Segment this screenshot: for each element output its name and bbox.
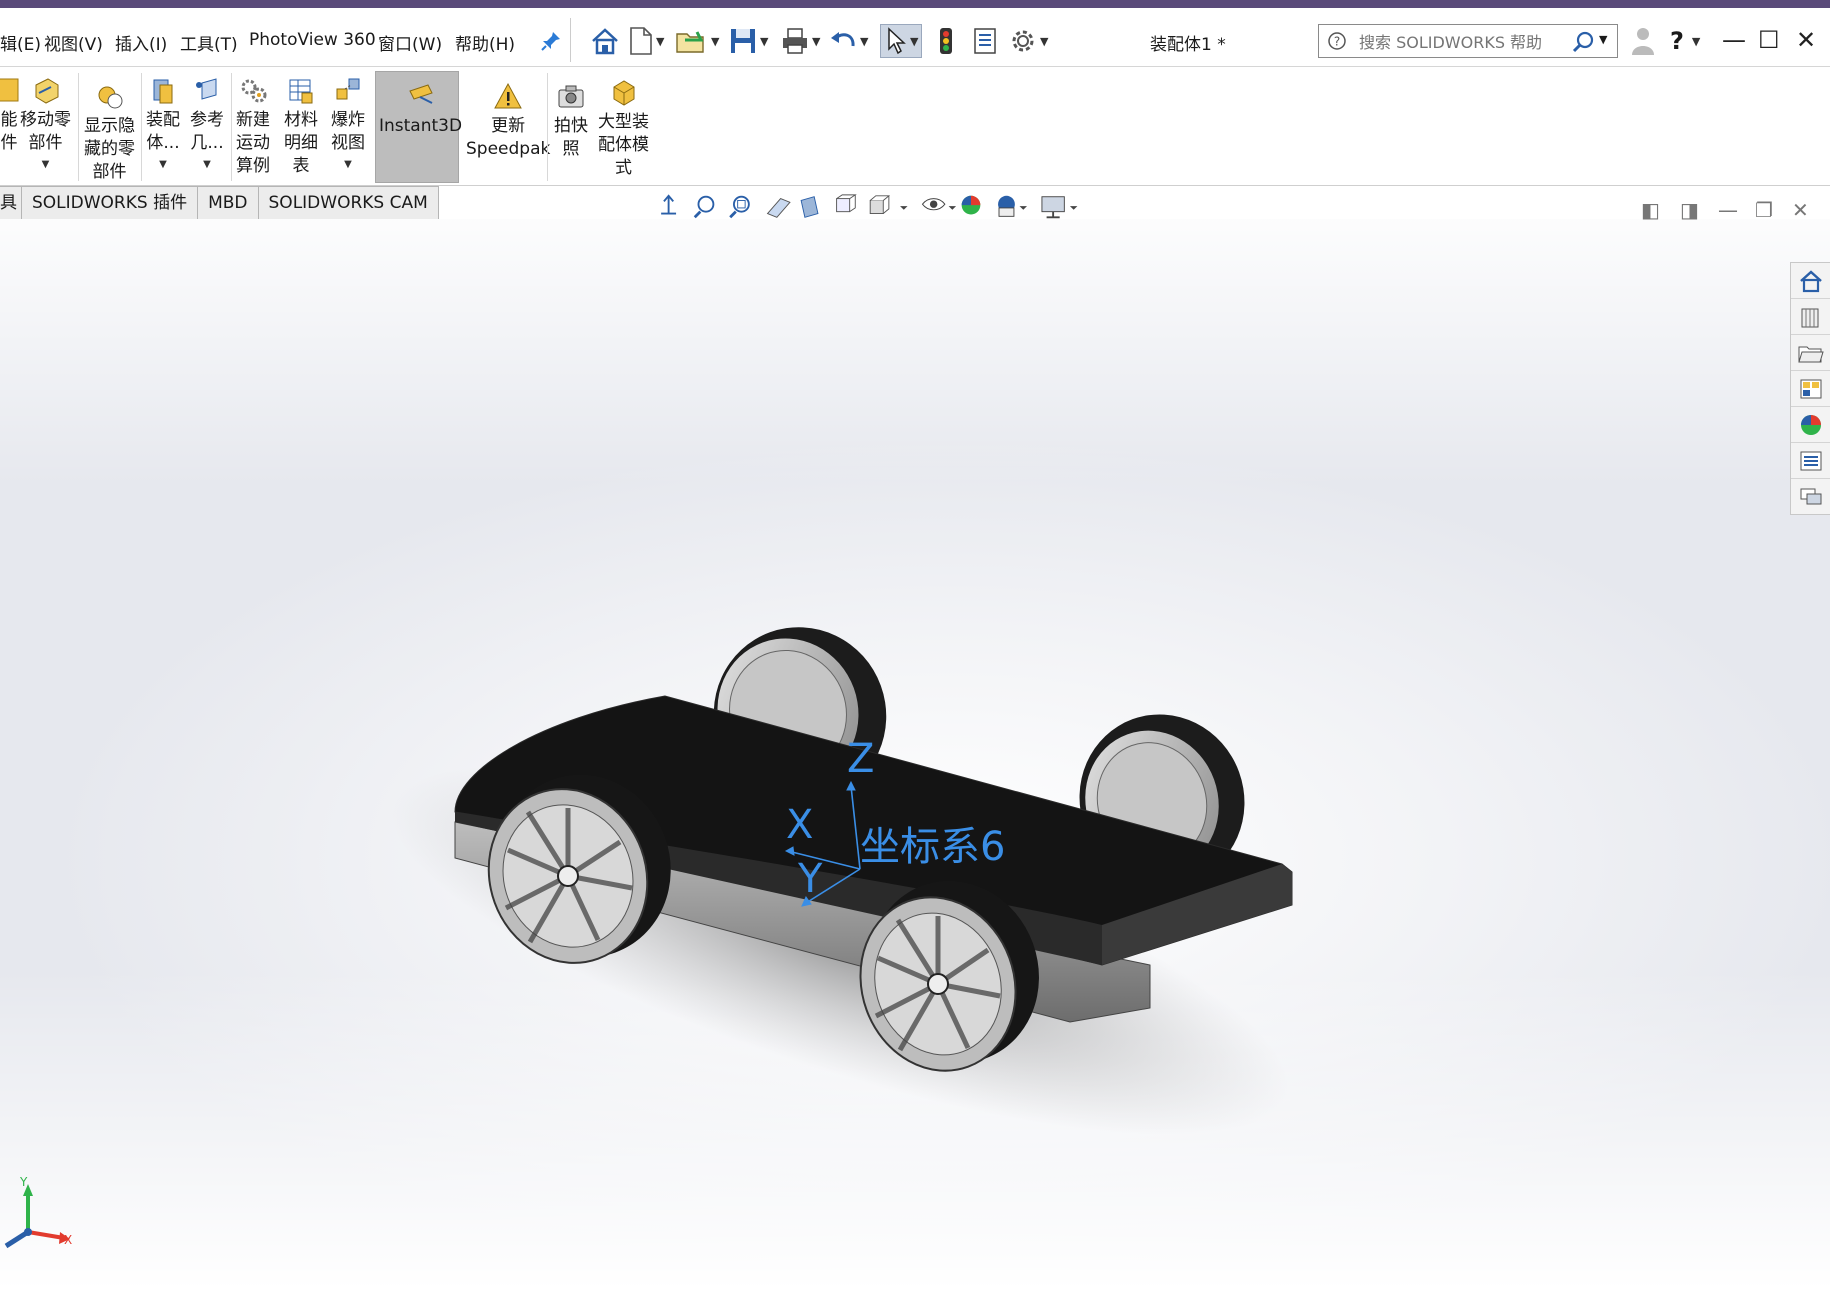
select-pointer-icon[interactable]: ▼ xyxy=(880,24,923,58)
window-title-strip xyxy=(0,0,1830,8)
menu-help[interactable]: 帮助(H) xyxy=(455,30,515,55)
section-view-icon[interactable] xyxy=(766,198,791,218)
update-speedpak-button[interactable]: 更新 Speedpak xyxy=(466,81,550,161)
exploded-view-dropdown-icon[interactable]: ▼ xyxy=(344,153,352,176)
menu-edit[interactable]: 辑(E) xyxy=(0,30,41,55)
help-circle-icon: ? xyxy=(1327,31,1347,55)
move-component-label: 移动零 部件 xyxy=(20,110,71,153)
apply-scene-icon[interactable] xyxy=(998,195,1027,217)
pin-icon[interactable] xyxy=(540,24,562,58)
search-dropdown-icon[interactable]: ▼ xyxy=(1599,33,1607,46)
dynamic-annotation-view-icon[interactable] xyxy=(800,196,819,218)
move-component-button[interactable]: 移动零 部件 ▼ xyxy=(20,75,71,176)
command-manager-tabs: 具 SOLIDWORKS 插件 MBD SOLIDWORKS CAM xyxy=(0,186,439,220)
update-speedpak-label: 更新 Speedpak xyxy=(466,116,551,159)
tab-solidworks-cam[interactable]: SOLIDWORKS CAM xyxy=(258,186,439,220)
heads-up-view-toolbar xyxy=(661,194,1078,219)
move-component-dropdown-icon[interactable]: ▼ xyxy=(42,153,50,176)
zoom-to-fit-icon[interactable] xyxy=(693,195,715,219)
motion-study-icon xyxy=(241,79,267,103)
coord-system-label: 坐标系6 xyxy=(860,824,1005,870)
new-motion-study-button[interactable]: 新建 运动 算例 xyxy=(236,75,270,178)
tab-solidworks-addins[interactable]: SOLIDWORKS 插件 xyxy=(22,186,199,220)
show-hidden-icon xyxy=(98,86,122,109)
bom-table-icon xyxy=(289,79,313,104)
rebuild-traffic-light-icon[interactable] xyxy=(937,24,955,58)
assembly-features-button[interactable]: 装配 体... ▼ xyxy=(146,75,180,176)
menu-window[interactable]: 窗口(W) xyxy=(378,30,442,55)
large-assembly-label: 大型装 配体模 式 xyxy=(598,112,649,178)
minimize-icon[interactable]: — xyxy=(1722,26,1746,54)
show-hidden-label: 显示隐 藏的零 部件 xyxy=(84,116,135,182)
assembly-features-dropdown-icon[interactable]: ▼ xyxy=(159,153,167,176)
help-question-icon[interactable]: ? ▼ xyxy=(1670,24,1700,58)
reference-geometry-icon xyxy=(196,78,217,100)
help-search: ? ▼ xyxy=(1318,24,1618,58)
options-gear-icon[interactable]: ▼ xyxy=(1008,24,1048,58)
large-assembly-icon xyxy=(613,80,634,106)
command-manager-ribbon: 能 件 移动零 部件 ▼ 显示隐 藏的零 部件 装配 体... ▼ 参考 几..… xyxy=(0,67,1830,186)
print-icon[interactable]: ▼ xyxy=(780,24,820,58)
maximize-icon[interactable]: ☐ xyxy=(1758,26,1780,54)
tab-tools[interactable]: 具 xyxy=(0,186,22,220)
menu-bar: 辑(E) 视图(V) 插入(I) 工具(T) PhotoView 360 窗口(… xyxy=(0,8,1830,67)
triad-x-label: X xyxy=(64,1233,72,1247)
menu-view[interactable]: 视图(V) xyxy=(44,30,103,55)
assembly-features-icon xyxy=(153,79,173,104)
take-snapshot-button[interactable]: 拍快 照 xyxy=(554,81,588,161)
reference-geometry-label: 参考 几... xyxy=(190,110,224,153)
open-icon[interactable]: ▼ xyxy=(675,24,719,58)
show-hidden-components-button[interactable]: 显示隐 藏的零 部件 xyxy=(84,81,135,184)
menu-tools[interactable]: 工具(T) xyxy=(180,30,238,55)
hide-show-items-icon[interactable] xyxy=(921,198,957,211)
view-orientation-icon[interactable] xyxy=(836,194,857,213)
exploded-view-label: 爆炸 视图 xyxy=(331,110,365,153)
file-properties-icon[interactable] xyxy=(972,24,998,58)
menu-insert[interactable]: 插入(I) xyxy=(115,30,167,55)
smart-fasteners-label: 能 件 xyxy=(0,110,18,153)
large-assembly-mode-button[interactable]: 大型装 配体模 式 xyxy=(598,77,649,180)
bom-label: 材料 明细 表 xyxy=(284,110,318,176)
zoom-to-area-icon[interactable] xyxy=(729,195,750,219)
save-icon[interactable]: ▼ xyxy=(728,24,768,58)
bill-of-materials-button[interactable]: 材料 明细 表 xyxy=(284,75,318,178)
menu-photoview[interactable]: PhotoView 360 xyxy=(249,30,376,50)
display-style-icon[interactable] xyxy=(869,195,908,214)
close-icon[interactable]: ✕ xyxy=(1796,26,1816,54)
tab-mbd[interactable]: MBD xyxy=(198,186,259,220)
view-settings-monitor-icon[interactable] xyxy=(1041,196,1078,219)
previous-view-icon[interactable] xyxy=(661,194,677,215)
coord-axis-x-label: X xyxy=(786,802,813,848)
triad-y-label: Y xyxy=(19,1175,28,1189)
coord-axis-z-label: Z xyxy=(847,736,874,782)
assembly-features-label: 装配 体... xyxy=(146,110,180,153)
user-account-icon[interactable] xyxy=(1630,24,1656,58)
instant3d-icon xyxy=(408,84,433,104)
camera-icon xyxy=(558,85,584,108)
document-title: 装配体1 * xyxy=(1150,35,1226,55)
edit-appearance-icon[interactable] xyxy=(961,195,981,215)
reference-geometry-button[interactable]: 参考 几... ▼ xyxy=(190,75,224,176)
home-icon[interactable] xyxy=(590,24,620,58)
coord-axis-y-label: Y xyxy=(797,856,823,902)
new-motion-study-label: 新建 运动 算例 xyxy=(236,110,270,176)
snapshot-label: 拍快 照 xyxy=(554,116,588,159)
reference-geometry-dropdown-icon[interactable]: ▼ xyxy=(203,153,211,176)
instant3d-button[interactable]: Instant3D xyxy=(379,81,462,138)
speedpak-warning-icon xyxy=(494,82,523,109)
assembly-model-view[interactable]: Z X Y 坐标系6 Y X xyxy=(0,219,1830,1290)
reference-triad xyxy=(4,1184,70,1249)
instant3d-label: Instant3D xyxy=(379,116,463,136)
svg-text:?: ? xyxy=(1334,35,1340,49)
search-input[interactable] xyxy=(1357,29,1571,55)
move-component-icon xyxy=(35,78,58,104)
search-icon[interactable] xyxy=(1571,30,1597,58)
undo-icon[interactable]: ▼ xyxy=(828,24,868,58)
exploded-view-icon xyxy=(336,78,360,100)
exploded-view-button[interactable]: 爆炸 视图 ▼ xyxy=(331,75,365,176)
new-document-icon[interactable]: ▼ xyxy=(628,24,664,58)
